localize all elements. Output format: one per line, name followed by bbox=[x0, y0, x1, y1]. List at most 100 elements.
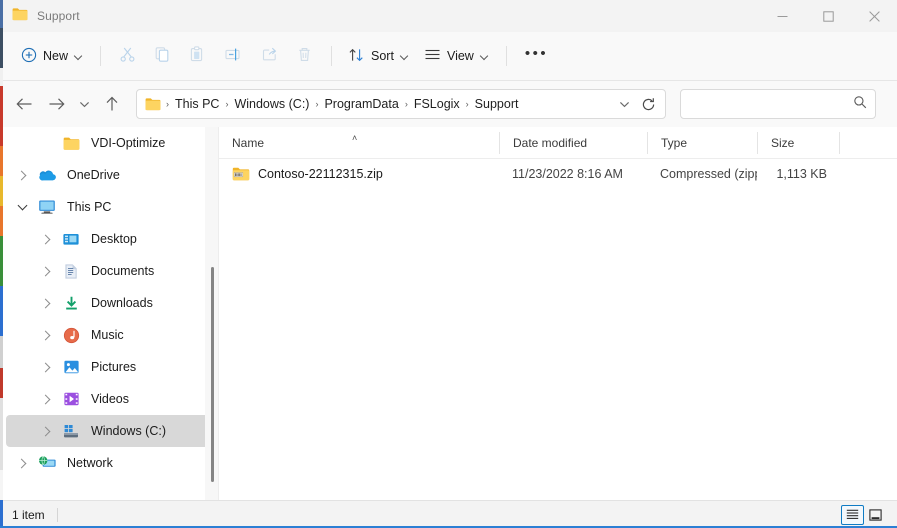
sidebar-item-label: Network bbox=[67, 456, 113, 470]
forward-button[interactable] bbox=[40, 88, 72, 120]
file-type-cell: Compressed (zipp… bbox=[647, 167, 757, 181]
share-button[interactable] bbox=[252, 40, 287, 72]
sidebar-item-this-pc[interactable]: This PC bbox=[6, 191, 212, 223]
lines-icon bbox=[424, 48, 441, 65]
minimize-icon[interactable] bbox=[759, 0, 805, 32]
maximize-icon[interactable] bbox=[805, 0, 851, 32]
breadcrumb-item-programdata[interactable]: ProgramData bbox=[319, 95, 403, 113]
breadcrumb-item-support[interactable]: Support bbox=[470, 95, 524, 113]
search-icon[interactable] bbox=[853, 95, 867, 114]
column-header-size[interactable]: Size bbox=[757, 131, 839, 154]
column-header-size-label: Size bbox=[771, 135, 795, 150]
chevron-right-icon[interactable] bbox=[34, 426, 58, 436]
sort-button[interactable]: Sort bbox=[341, 40, 417, 72]
sidebar-item-label: Documents bbox=[91, 264, 155, 278]
title-bar-left: Support bbox=[0, 7, 80, 26]
column-header-date-label: Date modified bbox=[513, 135, 588, 150]
documents-icon bbox=[58, 263, 84, 280]
view-button[interactable]: View bbox=[417, 40, 497, 72]
window-title: Support bbox=[37, 9, 80, 23]
sidebar-item-videos[interactable]: Videos bbox=[6, 383, 212, 415]
table-row[interactable]: Contoso-22112315.zip 11/23/2022 8:16 AM … bbox=[219, 159, 897, 189]
details-view-icon[interactable] bbox=[841, 504, 864, 525]
chevron-right-icon[interactable] bbox=[10, 458, 34, 468]
search-box[interactable] bbox=[680, 89, 876, 119]
view-toggle-group bbox=[841, 504, 897, 525]
sidebar-item-vdi-optimize[interactable]: VDI-Optimize bbox=[6, 127, 212, 159]
chevron-right-icon[interactable] bbox=[34, 394, 58, 404]
file-name-cell[interactable]: Contoso-22112315.zip bbox=[219, 166, 499, 182]
cut-button[interactable] bbox=[110, 40, 145, 72]
sidebar-item-label: OneDrive bbox=[67, 168, 120, 182]
up-button[interactable] bbox=[96, 88, 128, 120]
sidebar-item-desktop[interactable]: Desktop bbox=[6, 223, 212, 255]
sidebar-item-network[interactable]: Network bbox=[6, 447, 212, 479]
sidebar-item-documents[interactable]: Documents bbox=[6, 255, 212, 287]
desktop-edge-strip bbox=[0, 0, 3, 528]
videos-icon bbox=[58, 391, 84, 407]
folder-icon bbox=[12, 7, 28, 26]
sidebar-item-label: VDI-Optimize bbox=[91, 136, 166, 150]
rename-button[interactable] bbox=[215, 40, 252, 72]
address-bar[interactable]: › This PC › Windows (C:) › ProgramData ›… bbox=[136, 89, 666, 119]
breadcrumb-separator: › bbox=[465, 99, 469, 109]
recent-locations-button[interactable] bbox=[72, 88, 96, 120]
chevron-right-icon[interactable] bbox=[10, 170, 34, 180]
zip-folder-icon bbox=[232, 166, 250, 182]
chevron-right-icon[interactable] bbox=[34, 362, 58, 372]
breadcrumb-item-fslogix[interactable]: FSLogix bbox=[409, 95, 465, 113]
sort-arrows-icon bbox=[348, 47, 365, 66]
toolbar-divider-2 bbox=[331, 46, 333, 66]
breadcrumb-item-this-pc[interactable]: This PC bbox=[170, 95, 224, 113]
sidebar-item-label: Windows (C:) bbox=[91, 424, 167, 438]
copy-button[interactable] bbox=[145, 40, 180, 72]
breadcrumb-item-windows-c[interactable]: Windows (C:) bbox=[229, 95, 314, 113]
sidebar-scrollbar-thumb[interactable] bbox=[211, 267, 214, 482]
chevron-down-icon bbox=[401, 52, 410, 61]
sidebar-item-onedrive[interactable]: OneDrive bbox=[6, 159, 212, 191]
copy-icon bbox=[154, 46, 171, 66]
large-icons-view-icon[interactable] bbox=[864, 505, 887, 525]
sidebar-item-downloads[interactable]: Downloads bbox=[6, 287, 212, 319]
back-button[interactable] bbox=[8, 88, 40, 120]
navigation-bar: › This PC › Windows (C:) › ProgramData ›… bbox=[0, 81, 897, 127]
column-header-name[interactable]: Name ˄ bbox=[219, 132, 499, 154]
new-button[interactable]: New bbox=[14, 40, 91, 72]
file-date-label: 11/23/2022 8:16 AM bbox=[512, 167, 623, 181]
delete-button[interactable] bbox=[287, 40, 322, 72]
view-button-label: View bbox=[446, 49, 474, 63]
sidebar-item-label: Pictures bbox=[91, 360, 137, 374]
chevron-right-icon[interactable] bbox=[34, 298, 58, 308]
music-icon bbox=[58, 327, 84, 344]
breadcrumb: › This PC › Windows (C:) › ProgramData ›… bbox=[165, 95, 613, 113]
chevron-right-icon[interactable] bbox=[34, 266, 58, 276]
chevron-right-icon[interactable] bbox=[34, 234, 58, 244]
column-header-date-modified[interactable]: Date modified bbox=[499, 131, 647, 154]
file-rows: Contoso-22112315.zip 11/23/2022 8:16 AM … bbox=[219, 159, 897, 500]
close-icon[interactable] bbox=[851, 0, 897, 32]
sidebar-item-pictures[interactable]: Pictures bbox=[6, 351, 212, 383]
column-header-type[interactable]: Type bbox=[647, 131, 757, 154]
paste-icon bbox=[189, 46, 206, 66]
folder-icon bbox=[58, 136, 84, 151]
downloads-icon bbox=[58, 295, 84, 312]
explorer-body: VDI-Optimize OneDrive This PC Desktop Do… bbox=[0, 127, 897, 500]
sidebar-scrollbar-track[interactable] bbox=[205, 127, 218, 500]
ellipsis-icon: ••• bbox=[524, 45, 549, 62]
search-input[interactable] bbox=[689, 96, 853, 112]
window-controls bbox=[759, 0, 897, 32]
refresh-button[interactable] bbox=[635, 97, 661, 112]
new-button-label: New bbox=[43, 49, 69, 63]
more-options-button[interactable]: ••• bbox=[516, 40, 557, 72]
sidebar-item-label: This PC bbox=[67, 200, 112, 214]
scissors-icon bbox=[119, 46, 136, 66]
chevron-right-icon[interactable] bbox=[34, 330, 58, 340]
chevron-down-icon[interactable] bbox=[10, 200, 34, 211]
monitor-icon bbox=[34, 199, 60, 215]
sort-ascending-icon: ˄ bbox=[352, 132, 358, 143]
sidebar-item-windows-c[interactable]: Windows (C:) bbox=[6, 415, 212, 447]
sidebar-item-music[interactable]: Music bbox=[6, 319, 212, 351]
navigation-pane: VDI-Optimize OneDrive This PC Desktop Do… bbox=[0, 127, 218, 500]
paste-button[interactable] bbox=[180, 40, 215, 72]
address-dropdown-button[interactable] bbox=[613, 100, 635, 109]
